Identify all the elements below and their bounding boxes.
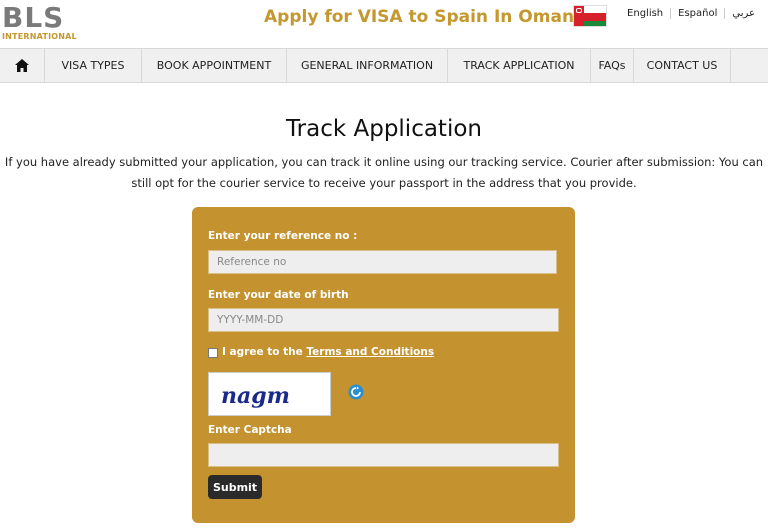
agree-label: I agree to the [222,346,303,358]
dob-input[interactable] [208,308,559,332]
nav-faqs[interactable]: FAQs [591,49,634,82]
agree-text: I agree to the Terms and Conditions [222,346,434,358]
nav-track-application[interactable]: TRACK APPLICATION [448,49,591,82]
nav-visa-types[interactable]: VISA TYPES [45,49,142,82]
captcha-image: nagm [208,372,331,416]
language-switcher: English Español عربي [620,8,762,19]
lang-english[interactable]: English [620,8,670,19]
site-header: BLS INTERNATIONAL Apply for VISA to Spai… [0,0,768,46]
lang-arabic[interactable]: عربي [724,8,762,19]
dob-label: Enter your date of birth [208,289,349,301]
site-title: Apply for VISA to Spain In Oman [264,7,575,27]
logo-sub-text: INTERNATIONAL [2,32,77,41]
intro-line-2: still opt for the courier service to rec… [131,176,637,190]
captcha-input[interactable] [208,443,559,467]
agree-checkbox[interactable] [208,348,218,358]
oman-flag-icon [573,5,607,27]
track-form-panel: Enter your reference no : Enter your dat… [192,207,575,523]
reference-input[interactable] [208,250,557,274]
terms-link[interactable]: Terms and Conditions [306,346,434,358]
nav-general-information[interactable]: GENERAL INFORMATION [287,49,448,82]
nav-book-appointment[interactable]: BOOK APPOINTMENT [142,49,287,82]
main-nav: VISA TYPES BOOK APPOINTMENT GENERAL INFO… [0,48,768,83]
bls-logo[interactable]: BLS INTERNATIONAL [2,1,77,43]
lang-espanol[interactable]: Español [670,8,724,19]
intro-text: If you have already submitted your appli… [0,152,768,194]
page-title: Track Application [285,116,482,142]
logo-main-text: BLS [2,1,65,34]
intro-line-1: If you have already submitted your appli… [4,155,764,169]
reference-label: Enter your reference no : [208,230,358,242]
captcha-label: Enter Captcha [208,424,292,436]
home-icon [15,59,29,72]
captcha-text: nagm [221,383,290,409]
refresh-captcha-icon[interactable] [348,384,364,400]
nav-home[interactable] [0,49,45,82]
submit-button[interactable]: Submit [208,475,262,499]
nav-contact-us[interactable]: CONTACT US [634,49,731,82]
captcha-glyphs: nagm [221,383,290,409]
